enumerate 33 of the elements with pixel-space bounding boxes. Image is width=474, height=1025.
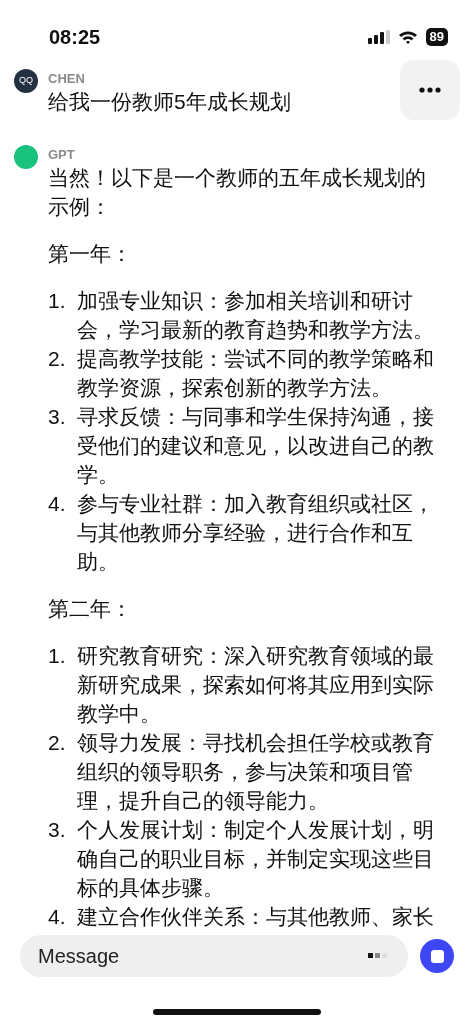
stop-button[interactable] — [420, 939, 454, 973]
assistant-name: GPT — [48, 147, 76, 163]
user-avatar: QQ — [14, 69, 38, 93]
stop-icon — [430, 949, 444, 963]
list-item-text: 寻求反馈：与同事和学生保持沟通，接受他们的建议和意见，以改进自己的教学。 — [77, 404, 435, 488]
ellipsis-icon — [419, 87, 441, 93]
list-number: 2. — [48, 346, 67, 372]
list-number: 1. — [48, 288, 67, 314]
message-paragraph: 第一年： — [48, 241, 133, 267]
list-number: 3. — [48, 817, 67, 843]
list-number: 2. — [48, 730, 67, 756]
status-time: 08:25 — [49, 25, 101, 50]
list-item-text: 个人发展计划：制定个人发展计划，明确自己的职业目标，并制定实现这些目标的具体步骤。 — [77, 817, 435, 901]
message-input[interactable]: Message — [20, 935, 408, 977]
battery-level: 89 — [425, 28, 448, 46]
list-number: 4. — [48, 491, 67, 517]
message-paragraph: 第二年： — [48, 596, 133, 622]
assistant-avatar — [14, 145, 38, 169]
signal-icon — [367, 30, 390, 44]
message-paragraph: 当然！以下是一个教师的五年成长规划的示例： — [48, 165, 427, 220]
list-item-text: 建立合作伙伴关系：与其他教师、家长 — [77, 904, 434, 930]
user-message: 给我一份教师5年成长规划 — [48, 89, 292, 115]
list-number: 3. — [48, 404, 67, 430]
loading-dots-icon — [368, 953, 388, 959]
list-number: 4. — [48, 904, 67, 930]
list-item-text: 提高教学技能：尝试不同的教学策略和教学资源，探索创新的教学方法。 — [77, 346, 435, 401]
user-name: CHEN — [48, 71, 86, 87]
list-item-text: 加强专业知识：参加相关培训和研讨会，学习最新的教育趋势和教学方法。 — [77, 288, 435, 343]
wifi-icon — [397, 30, 418, 44]
list-item-text: 参与专业社群：加入教育组织或社区，与其他教师分享经验，进行合作和互助。 — [77, 491, 435, 575]
list-item-text: 领导力发展：寻找机会担任学校或教育组织的领导职务，参与决策和项目管理，提升自己的领导能力。 — [77, 730, 435, 814]
list-number: 1. — [48, 643, 67, 669]
list-item-text: 研究教育研究：深入研究教育领域的最新研究成果，探索如何将其应用到实际教学中。 — [77, 643, 435, 727]
